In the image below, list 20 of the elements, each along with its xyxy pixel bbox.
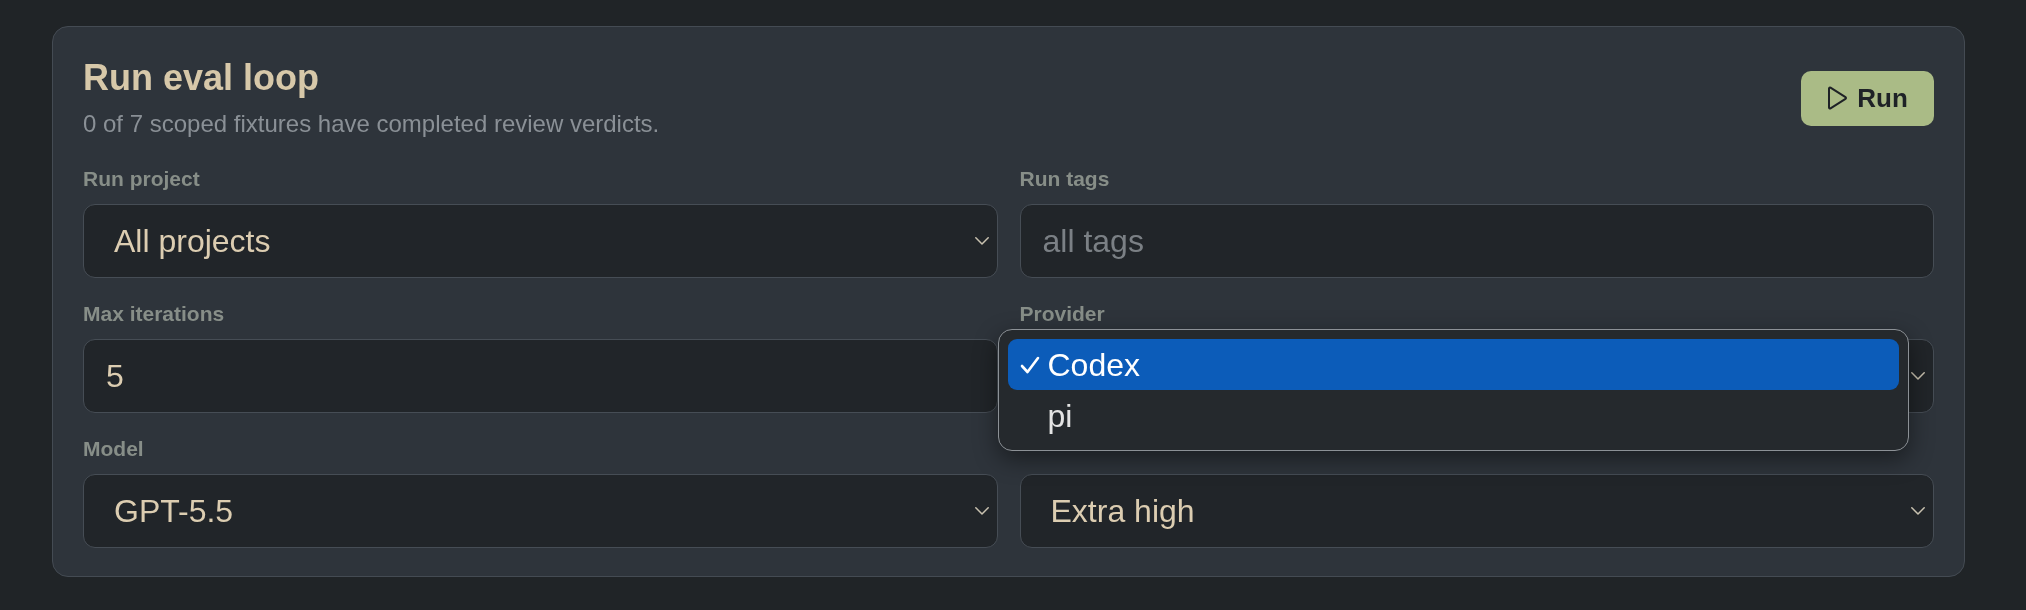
chevron-down-icon [1911,507,1925,515]
dropdown-select[interactable]: GPT-5.5 [83,474,998,548]
chevron-down-icon [1911,372,1925,380]
field-label: Run tags [1019,168,1111,190]
field-label: Provider [1019,303,1106,325]
dropdown-select[interactable]: All projects [83,204,998,278]
field-label: Max iterations [83,303,226,325]
menu-option[interactable]: Codex [1007,339,1899,390]
chevron-down-icon [974,507,989,515]
card-subtitle: 0 of 7 scoped fixtures have completed review verdicts. [83,110,660,138]
chevron-down-icon [974,237,989,245]
menu-option[interactable]: pi [1007,390,1899,441]
play-icon [1827,86,1848,110]
field-label: Run project [83,168,201,190]
run-button[interactable]: Run [1801,70,1934,126]
card-title: Run eval loop [83,58,320,98]
text-input[interactable]: all tags [1019,204,1934,278]
dropdown-select[interactable]: Extra high [1019,474,1934,548]
text-input[interactable]: 5 [83,339,998,413]
field-label: Model [83,438,145,460]
